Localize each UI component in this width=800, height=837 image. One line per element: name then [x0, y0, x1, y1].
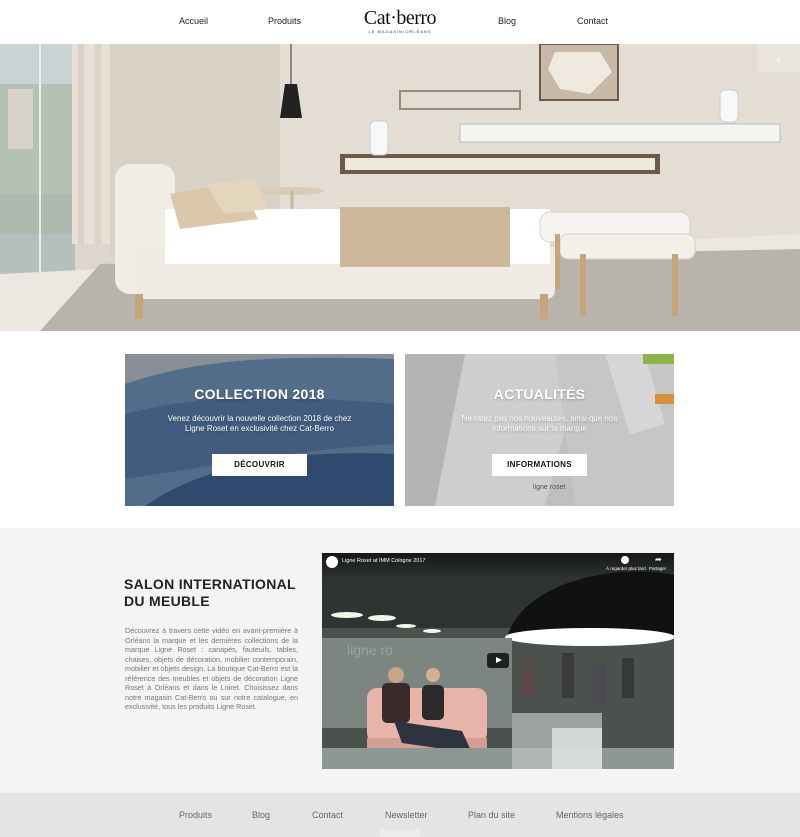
collection-title: COLLECTION 2018 — [194, 386, 325, 402]
nav-blog[interactable]: Blog — [498, 16, 516, 26]
footer-contact[interactable]: Contact — [312, 810, 343, 820]
nav-accueil[interactable]: Accueil — [179, 16, 208, 26]
share-label[interactable]: Partager — [649, 566, 666, 571]
logo-text: Cat·berro — [363, 7, 437, 29]
play-button[interactable] — [487, 653, 509, 668]
svg-text:ligne ro: ligne ro — [347, 642, 393, 658]
footer-mentions-legales[interactable]: Mentions légales — [556, 810, 624, 820]
actualites-text: Ne ratez pas nos nouveautés, ainsi que n… — [461, 414, 618, 433]
logo-subtitle: LE MAGASIN•ORLÉANS — [368, 29, 432, 34]
card-actualites: ligne roset ACTUALITÉS Ne ratez pas nos … — [405, 354, 674, 506]
footer-handle — [380, 830, 420, 837]
salon-section: SALON INTERNATIONAL DU MEUBLE Découvrez … — [0, 528, 800, 793]
footer-produits[interactable]: Produits — [179, 810, 212, 820]
channel-avatar-icon[interactable] — [326, 556, 338, 568]
footer-newsletter[interactable]: Newsletter — [385, 810, 428, 820]
chevron-left-icon: ‹ — [776, 50, 782, 66]
hero-prev-button[interactable]: ‹ — [758, 44, 800, 72]
site-footer: Produits Blog Contact Newsletter Plan du… — [0, 793, 800, 837]
collection-text: Venez découvrir la nouvelle collection 2… — [167, 414, 352, 433]
watch-later-label[interactable]: À regarder plus tard — [606, 566, 646, 571]
video-title[interactable]: Ligne Roset at IMM Cologne 2017 — [342, 558, 425, 564]
clock-icon[interactable] — [621, 556, 629, 564]
nav-produits[interactable]: Produits — [268, 16, 301, 26]
footer-plan-du-site[interactable]: Plan du site — [468, 810, 515, 820]
share-icon[interactable]: ➦ — [655, 556, 662, 564]
hero-image — [0, 44, 800, 331]
nav-contact[interactable]: Contact — [577, 16, 608, 26]
footer-blog[interactable]: Blog — [252, 810, 270, 820]
informations-button[interactable]: INFORMATIONS — [492, 454, 587, 476]
salon-text: Découvrez à travers cette vidéo en avant… — [125, 626, 298, 711]
actualites-title: ACTUALITÉS — [493, 386, 586, 402]
salon-title: SALON INTERNATIONAL DU MEUBLE — [124, 576, 296, 609]
decouvrir-button[interactable]: DÉCOUVRIR — [212, 454, 307, 476]
video-player[interactable]: ligne ro Ligne Roset at IMM Cologne 2017… — [322, 553, 674, 769]
card-collection: COLLECTION 2018 Venez découvrir la nouve… — [125, 354, 394, 506]
site-header: Accueil Produits Cat·berro LE MAGASIN•OR… — [0, 0, 800, 44]
hero-banner: ‹ — [0, 44, 800, 331]
site-logo[interactable]: Cat·berro LE MAGASIN•ORLÉANS — [360, 8, 440, 34]
